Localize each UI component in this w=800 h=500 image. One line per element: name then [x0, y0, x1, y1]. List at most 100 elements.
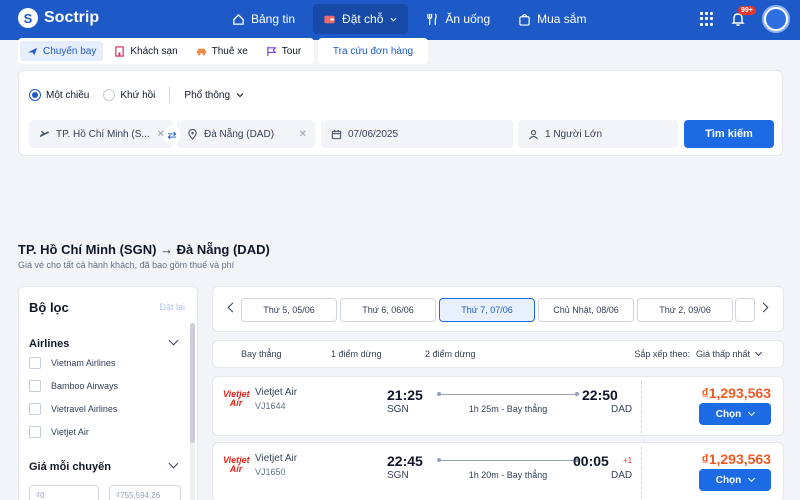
- swap-button[interactable]: ⇄: [163, 126, 181, 144]
- chevron-down-icon[interactable]: [168, 335, 179, 346]
- flag-icon: [267, 46, 277, 56]
- reset-filters-button[interactable]: Đặt lại: [159, 302, 185, 312]
- airline-option-label: Vietnam Airlines: [51, 358, 116, 368]
- checkbox[interactable]: [29, 357, 41, 369]
- apps-grid-icon[interactable]: [700, 12, 714, 26]
- airline-option-label: Bamboo Airways: [51, 381, 119, 391]
- nav-item-feed[interactable]: Bảng tin: [222, 4, 305, 34]
- flight-price: ₫1,293,563: [701, 385, 771, 401]
- checkbox[interactable]: [29, 403, 41, 415]
- cabin-class-select[interactable]: Phổ thông: [184, 90, 245, 101]
- soctrip-logo-icon: S: [18, 8, 38, 28]
- round-trip-radio[interactable]: Khứ hồi: [103, 89, 155, 101]
- date-chip[interactable]: Thứ 2, 09/06: [637, 298, 733, 322]
- prev-date-icon[interactable]: [227, 302, 238, 313]
- flight-number: VJ1650: [255, 467, 286, 477]
- origin-field[interactable]: TP. Hồ Chí Minh (S... ✕: [29, 120, 173, 148]
- destination-field[interactable]: Đà Nẵng (DAD) ✕: [177, 120, 315, 148]
- plane-icon: [27, 47, 38, 55]
- passengers-value: 1 Người Lớn: [545, 128, 603, 140]
- swap-icon: ⇄: [167, 129, 177, 142]
- nav-item-food[interactable]: Ăn uống: [416, 4, 500, 34]
- order-lookup-button[interactable]: Tra cứu đơn hàng: [318, 38, 428, 64]
- flight-route-line: [437, 392, 579, 396]
- date-chip-selected[interactable]: Thứ 7, 07/06: [439, 298, 535, 322]
- avatar[interactable]: [762, 5, 790, 33]
- date-chip[interactable]: Thứ 5, 05/06: [241, 298, 337, 322]
- radio-label: Khứ hồi: [120, 89, 156, 101]
- nav-item-label: Bảng tin: [251, 12, 296, 26]
- car-icon: [196, 48, 206, 55]
- flight-card[interactable]: Vietjet Air Vietjet Air VJ1644 21:25 SGN…: [212, 376, 784, 436]
- airline-logo: Vietjet Air: [223, 455, 250, 474]
- stops-two[interactable]: 2 điểm dừng: [425, 349, 476, 359]
- date-chip[interactable]: Chủ Nhật, 08/06: [538, 298, 634, 322]
- tab-label: Khách sạn: [130, 45, 178, 57]
- date-chip-partial[interactable]: [735, 298, 755, 322]
- price-section-title: Giá mỗi chuyến: [29, 461, 111, 473]
- flight-route-line: [437, 458, 579, 462]
- nav-item-booking[interactable]: Đặt chỗ: [313, 4, 409, 34]
- chevron-down-icon[interactable]: [168, 458, 179, 469]
- checkbox[interactable]: [29, 426, 41, 438]
- top-right-actions: 99+: [700, 5, 790, 33]
- filter-title: Bộ lọc: [29, 300, 69, 315]
- tab-flights[interactable]: Chuyến bay: [20, 41, 104, 61]
- arrival-time: 22:50: [582, 387, 618, 403]
- hotel-icon: [115, 45, 125, 57]
- date-field[interactable]: 07/06/2025: [321, 120, 513, 148]
- tab-label: Tour: [281, 45, 302, 57]
- chevron-down-icon: [748, 474, 756, 483]
- tab-car-rental[interactable]: Thuê xe: [189, 41, 255, 61]
- flight-price: ₫1,293,563: [701, 451, 771, 467]
- one-way-radio[interactable]: Một chiều: [29, 89, 89, 101]
- date-value: 07/06/2025: [348, 128, 399, 140]
- select-flight-label: Chọn: [715, 408, 742, 420]
- select-flight-button[interactable]: Chọn: [699, 403, 771, 425]
- select-flight-button[interactable]: Chọn: [699, 469, 771, 491]
- airline-option-bamboo-airways[interactable]: Bamboo Airways: [29, 380, 118, 392]
- stops-filter-bar: Bay thẳng 1 điểm dừng 2 điểm dừng Sắp xế…: [212, 340, 784, 368]
- filter-scrollbar-thumb[interactable]: [190, 323, 195, 443]
- card-divider: [641, 447, 642, 499]
- tab-hotels[interactable]: Khách sạn: [107, 41, 184, 61]
- sort-select[interactable]: Sắp xếp theo: Giá thấp nhất: [634, 348, 763, 359]
- nav-item-label: Đặt chỗ: [342, 12, 384, 26]
- radio-dot: [103, 89, 116, 101]
- route-title: TP. Hồ Chí Minh (SGN) → Đà Nẵng (DAD): [18, 242, 270, 257]
- notification-badge: 99+: [738, 6, 756, 15]
- search-button[interactable]: Tìm kiếm: [684, 120, 774, 148]
- tab-label: Chuyến bay: [43, 45, 97, 57]
- home-icon: [233, 13, 244, 25]
- checkbox[interactable]: [29, 380, 41, 392]
- flight-card[interactable]: Vietjet Air Vietjet Air VJ1650 22:45 SGN…: [212, 442, 784, 500]
- airline-option-vietnam-airlines[interactable]: Vietnam Airlines: [29, 357, 115, 369]
- destination-value: Đà Nẵng (DAD): [204, 128, 275, 140]
- min-price-input[interactable]: ₫0: [29, 485, 99, 500]
- nav-item-shopping[interactable]: Mua sắm: [508, 4, 596, 34]
- avatar-image: [766, 9, 786, 29]
- tab-tours[interactable]: Tour: [259, 41, 308, 61]
- departure-time: 22:45: [387, 453, 423, 469]
- airline-option-vietravel-airlines[interactable]: Vietravel Airlines: [29, 403, 117, 415]
- trip-options: Một chiều Khứ hồi Phổ thông: [29, 87, 245, 103]
- tab-label: Thuê xe: [211, 45, 248, 57]
- clear-destination-icon[interactable]: ✕: [299, 129, 307, 140]
- chevron-down-icon: [754, 348, 763, 357]
- arrival-airport: DAD: [611, 404, 633, 415]
- airline-name: Vietjet Air: [255, 387, 298, 398]
- location-pin-icon: [188, 128, 197, 140]
- stops-one[interactable]: 1 điểm dừng: [331, 349, 382, 359]
- date-chip[interactable]: Thứ 6, 06/06: [340, 298, 436, 322]
- main-nav: Bảng tin Đặt chỗ Ăn uống Mua sắm: [222, 4, 596, 34]
- airline-option-vietjet-air[interactable]: Vietjet Air: [29, 426, 89, 438]
- max-price-input[interactable]: ₫755,594,26: [109, 485, 181, 500]
- passengers-field[interactable]: 1 Người Lớn: [518, 120, 678, 148]
- utensils-icon: [427, 13, 438, 25]
- departure-airport: SGN: [387, 404, 409, 415]
- user-icon: [528, 129, 539, 139]
- next-date-icon[interactable]: [758, 302, 769, 313]
- notification-button[interactable]: 99+: [730, 6, 756, 27]
- stops-direct[interactable]: Bay thẳng: [241, 349, 282, 359]
- brand[interactable]: S Soctrip: [18, 8, 99, 28]
